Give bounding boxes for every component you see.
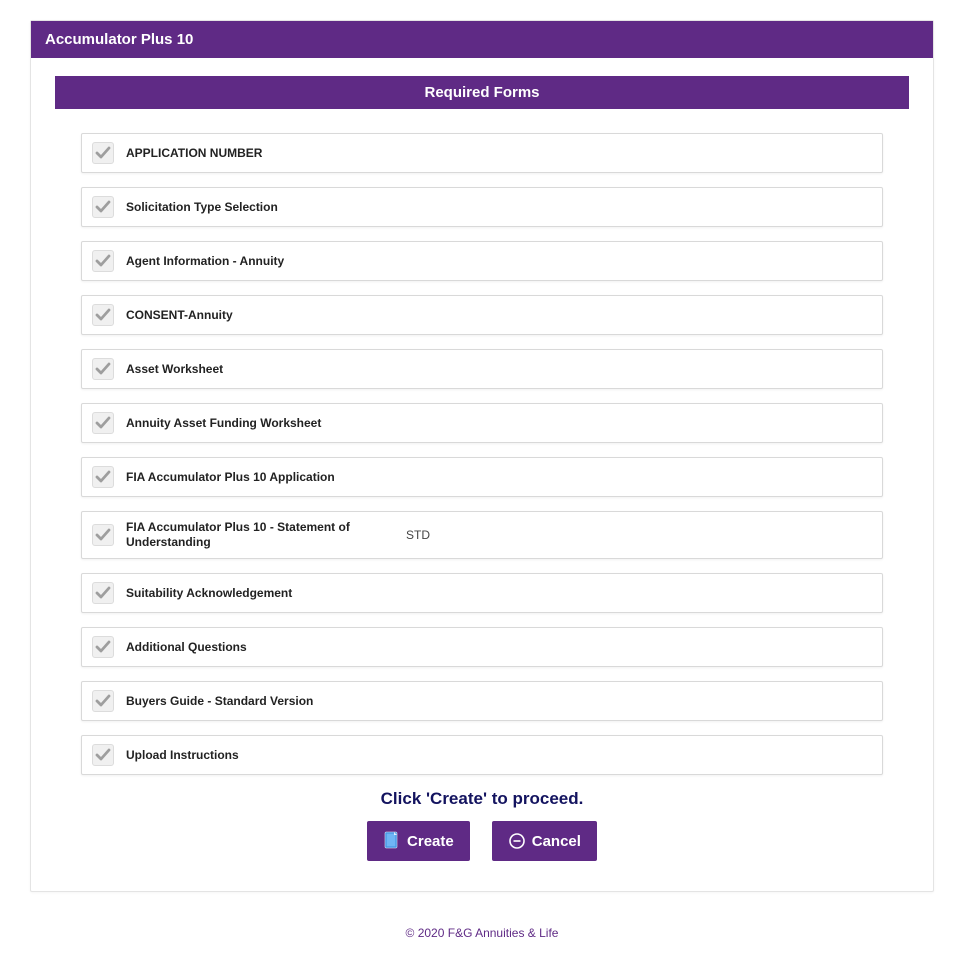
form-label: CONSENT-Annuity	[126, 308, 872, 323]
form-row[interactable]: Additional Questions	[81, 627, 883, 667]
instruction-text: Click 'Create' to proceed.	[55, 789, 909, 809]
form-row[interactable]: Solicitation Type Selection	[81, 187, 883, 227]
create-button-label: Create	[407, 833, 454, 850]
check-icon	[92, 636, 114, 658]
form-row[interactable]: Upload Instructions	[81, 735, 883, 775]
form-label: Agent Information - Annuity	[126, 254, 872, 269]
form-row[interactable]: CONSENT-Annuity	[81, 295, 883, 335]
check-icon	[92, 524, 114, 546]
cancel-button[interactable]: Cancel	[492, 821, 597, 861]
form-label: Solicitation Type Selection	[126, 200, 872, 215]
create-button[interactable]: Create	[367, 821, 470, 861]
document-icon	[383, 831, 401, 851]
check-icon	[92, 412, 114, 434]
check-icon	[92, 196, 114, 218]
footer-text: © 2020 F&G Annuities & Life	[0, 926, 964, 940]
form-label: Suitability Acknowledgement	[126, 586, 872, 601]
panel-body: Required Forms APPLICATION NUMBER Solicit…	[31, 58, 933, 891]
page-title: Accumulator Plus 10	[31, 21, 933, 58]
form-label: FIA Accumulator Plus 10 - Statement of U…	[126, 520, 406, 550]
form-row[interactable]: Agent Information - Annuity	[81, 241, 883, 281]
main-panel: Accumulator Plus 10 Required Forms APPLI…	[30, 20, 934, 892]
form-suffix: STD	[406, 528, 790, 542]
check-icon	[92, 582, 114, 604]
form-list: APPLICATION NUMBER Solicitation Type Sele…	[81, 133, 883, 775]
check-icon	[92, 358, 114, 380]
form-row[interactable]: Asset Worksheet	[81, 349, 883, 389]
form-row[interactable]: APPLICATION NUMBER	[81, 133, 883, 173]
check-icon	[92, 142, 114, 164]
check-icon	[92, 690, 114, 712]
section-title: Required Forms	[55, 76, 909, 109]
form-label: Asset Worksheet	[126, 362, 872, 377]
check-icon	[92, 744, 114, 766]
form-label: APPLICATION NUMBER	[126, 146, 872, 161]
form-row[interactable]: Annuity Asset Funding Worksheet	[81, 403, 883, 443]
cancel-icon	[508, 832, 526, 850]
form-row[interactable]: Suitability Acknowledgement	[81, 573, 883, 613]
form-row[interactable]: FIA Accumulator Plus 10 - Statement of U…	[81, 511, 883, 559]
form-label: Annuity Asset Funding Worksheet	[126, 416, 872, 431]
form-label: Upload Instructions	[126, 748, 872, 763]
check-icon	[92, 250, 114, 272]
button-row: Create Cancel	[55, 821, 909, 861]
check-icon	[92, 466, 114, 488]
form-label: Buyers Guide - Standard Version	[126, 694, 872, 709]
form-row[interactable]: FIA Accumulator Plus 10 Application	[81, 457, 883, 497]
form-label: Additional Questions	[126, 640, 872, 655]
check-icon	[92, 304, 114, 326]
form-row[interactable]: Buyers Guide - Standard Version	[81, 681, 883, 721]
form-label: FIA Accumulator Plus 10 Application	[126, 470, 872, 485]
cancel-button-label: Cancel	[532, 833, 581, 850]
